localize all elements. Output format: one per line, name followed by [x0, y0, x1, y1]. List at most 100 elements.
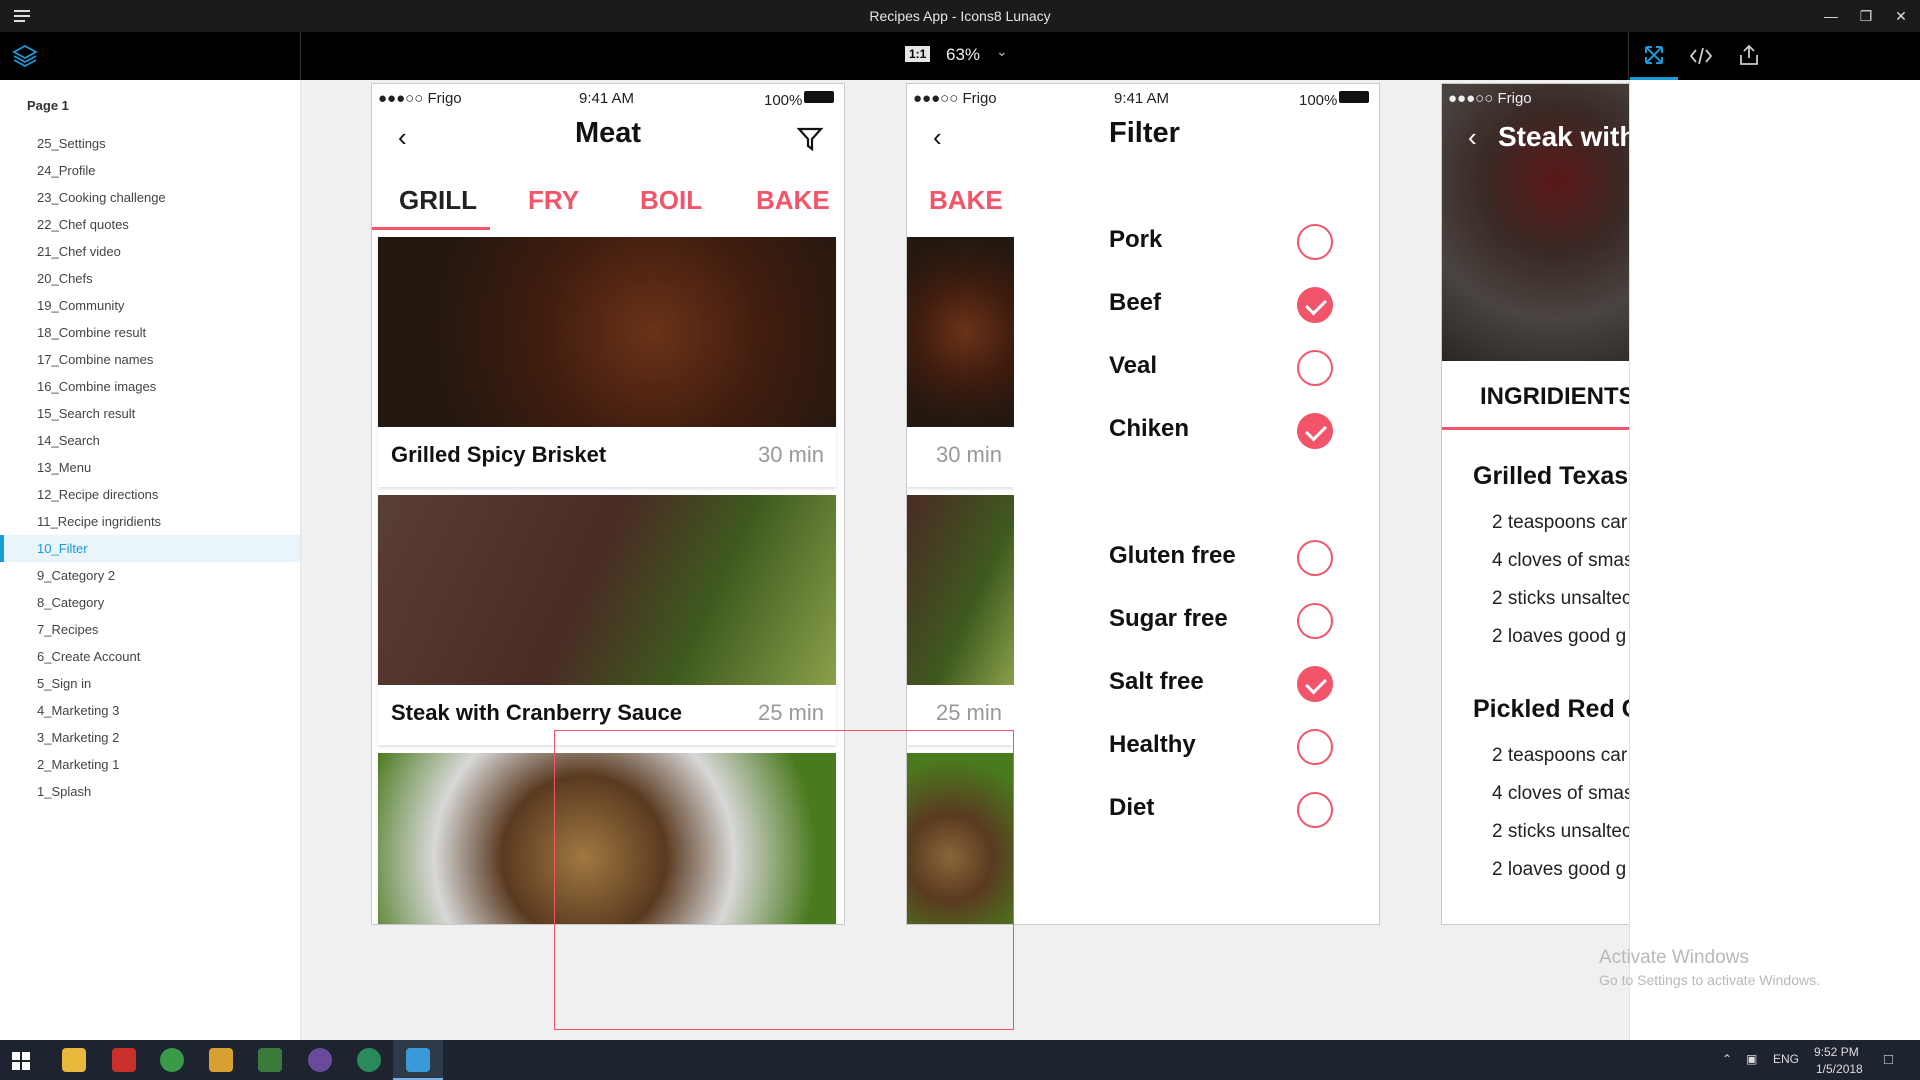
filter-checkbox-checked[interactable] — [1297, 413, 1333, 449]
layer-item-label: 22_Chef quotes — [37, 217, 129, 232]
layer-item[interactable]: 22_Chef quotes — [0, 211, 300, 238]
tab-boil[interactable]: BOIL — [640, 185, 702, 216]
filter-checkbox-checked[interactable] — [1297, 666, 1333, 702]
layer-item-label: 2_Marketing 1 — [37, 757, 120, 772]
layer-item[interactable]: 9_Category 2 — [0, 562, 300, 589]
battery-label: 100% — [1299, 92, 1338, 109]
clock-date[interactable]: 1/5/2018 — [1816, 1062, 1863, 1076]
layer-item[interactable]: 7_Recipes — [0, 616, 300, 643]
layer-item[interactable]: 20_Chefs — [0, 265, 300, 292]
back-icon[interactable]: ‹ — [933, 122, 942, 153]
tab-bake[interactable]: BAKE — [756, 185, 830, 216]
maximize-button[interactable]: ❐ — [1851, 4, 1881, 28]
filter-checkbox[interactable] — [1297, 792, 1333, 828]
ingredient-item: 4 cloves of smas — [1492, 550, 1629, 571]
artboard-recipe[interactable]: ●●●○○ Frigo ‹ Steak with INGRIDIENTS Gri… — [1441, 83, 1629, 925]
layer-item-label: 7_Recipes — [37, 622, 99, 637]
filter-checkbox[interactable] — [1297, 540, 1333, 576]
layer-item[interactable]: 17_Combine names — [0, 346, 300, 373]
activate-windows-subtitle: Go to Settings to activate Windows. — [1599, 972, 1820, 988]
layer-item[interactable]: 24_Profile — [0, 157, 300, 184]
chrome-icon[interactable] — [160, 1048, 184, 1072]
language-indicator[interactable]: ENG — [1773, 1052, 1799, 1066]
layer-item[interactable]: 16_Combine images — [0, 373, 300, 400]
recipe-card: 25 min — [907, 495, 1014, 745]
minimize-button[interactable]: — — [1816, 4, 1846, 28]
app-icon[interactable] — [308, 1048, 332, 1072]
layer-item[interactable]: 19_Community — [0, 292, 300, 319]
recipe-card[interactable]: Grilled Spicy Brisket 30 min — [378, 237, 836, 487]
code-icon[interactable] — [1689, 45, 1713, 67]
ingredient-item: 2 teaspoons car — [1492, 512, 1628, 533]
toolbar: 1:1 63% ⌄ — [0, 32, 1920, 80]
app-icon[interactable] — [258, 1048, 282, 1072]
tab-grill[interactable]: GRILL — [399, 185, 477, 216]
carrier-label: ●●●○○ Frigo — [378, 90, 462, 107]
clock-time[interactable]: 9:52 PM — [1814, 1045, 1859, 1059]
filter-checkbox[interactable] — [1297, 729, 1333, 765]
recipe-card[interactable]: Steak with Cranberry Sauce 25 min — [378, 495, 836, 745]
layer-item[interactable]: 2_Marketing 1 — [0, 751, 300, 778]
layer-item[interactable]: 5_Sign in — [0, 670, 300, 697]
layer-item[interactable]: 23_Cooking challenge — [0, 184, 300, 211]
layer-item[interactable]: 11_Recipe ingridients — [0, 508, 300, 535]
filter-checkbox-checked[interactable] — [1297, 287, 1333, 323]
recipe-time: 30 min — [935, 442, 1002, 467]
layer-item[interactable]: 18_Combine result — [0, 319, 300, 346]
back-icon[interactable]: ‹ — [1468, 122, 1477, 153]
tab-fry[interactable]: FRY — [528, 185, 579, 216]
layers-icon[interactable] — [12, 44, 38, 68]
page-label[interactable]: Page 1 — [27, 98, 69, 113]
zoom-level[interactable]: 63% — [946, 45, 980, 65]
layer-item-label: 9_Category 2 — [37, 568, 116, 583]
filter-option-label: Healthy — [1109, 731, 1196, 758]
layer-item-label: 12_Recipe directions — [37, 487, 159, 502]
tab-ingridients[interactable]: INGRIDIENTS — [1480, 383, 1629, 411]
ingredient-section-title: Grilled Texas — [1473, 462, 1629, 490]
layer-item[interactable]: 8_Category — [0, 589, 300, 616]
file-explorer-icon[interactable] — [62, 1048, 86, 1072]
windows-start-icon[interactable] — [12, 1052, 30, 1070]
recipe-title: Steak with — [1498, 121, 1629, 152]
chevron-down-icon[interactable]: ⌄ — [996, 43, 1008, 60]
filter-checkbox[interactable] — [1297, 350, 1333, 386]
layer-item[interactable]: 1_Splash — [0, 778, 300, 805]
layer-item[interactable]: 21_Chef video — [0, 238, 300, 265]
ingredient-section-title: Pickled Red C — [1473, 695, 1629, 723]
filter-checkbox[interactable] — [1297, 224, 1333, 260]
layer-item[interactable]: 12_Recipe directions — [0, 481, 300, 508]
layer-item[interactable]: 6_Create Account — [0, 643, 300, 670]
ingredient-item: 2 sticks unsaltec — [1492, 588, 1629, 609]
layer-item-label: 23_Cooking challenge — [37, 190, 166, 205]
close-button[interactable]: ✕ — [1886, 4, 1916, 28]
app-icon[interactable] — [357, 1048, 381, 1072]
layer-item[interactable]: 13_Menu — [0, 454, 300, 481]
chevron-up-icon[interactable]: ⌃ — [1722, 1052, 1732, 1066]
layer-item-label: 17_Combine names — [37, 352, 154, 367]
notifications-icon[interactable]: □ — [1884, 1051, 1893, 1068]
layer-item[interactable]: 3_Marketing 2 — [0, 724, 300, 751]
filter-checkbox[interactable] — [1297, 603, 1333, 639]
canvas[interactable]: ●●●○○ Frigo 9:41 AM 100% ‹ Meat GRILL FR… — [301, 80, 1629, 1040]
lunacy-taskbar-button[interactable] — [393, 1040, 443, 1080]
recipe-title: Grilled Spicy Brisket — [391, 442, 607, 467]
export-icon[interactable] — [1738, 43, 1760, 67]
layer-item[interactable]: 10_Filter — [0, 535, 300, 562]
back-icon[interactable]: ‹ — [398, 122, 407, 153]
vivaldi-icon[interactable] — [112, 1048, 136, 1072]
layer-item[interactable]: 25_Settings — [0, 130, 300, 157]
actual-size-button[interactable]: 1:1 — [905, 46, 931, 62]
network-icon[interactable]: ▣ — [1746, 1052, 1757, 1066]
screen-title: Filter — [1109, 117, 1180, 149]
app-icon[interactable] — [209, 1048, 233, 1072]
layer-item[interactable]: 14_Search — [0, 427, 300, 454]
ingredient-item: 4 cloves of smas — [1492, 783, 1629, 804]
inspect-tab[interactable] — [1630, 32, 1678, 80]
layer-item-label: 18_Combine result — [37, 325, 147, 340]
recipe-time: 30 min — [757, 442, 824, 467]
layer-item[interactable]: 4_Marketing 3 — [0, 697, 300, 724]
recipe-photo — [378, 237, 836, 427]
filter-icon[interactable] — [797, 126, 823, 152]
layer-item[interactable]: 15_Search result — [0, 400, 300, 427]
recipe-photo — [907, 495, 1014, 685]
